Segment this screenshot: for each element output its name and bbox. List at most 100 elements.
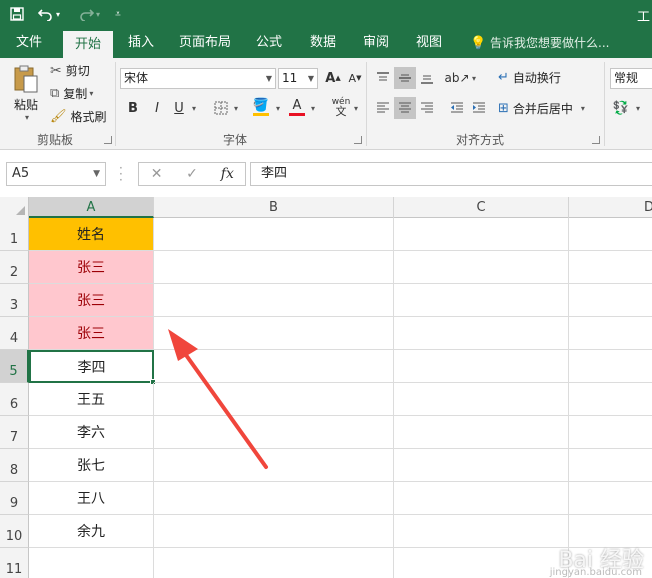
borders-icon[interactable] bbox=[210, 97, 232, 119]
enter-icon[interactable]: ✓ bbox=[174, 166, 209, 182]
cell-d6[interactable] bbox=[569, 383, 652, 416]
undo-icon[interactable]: ▾ bbox=[34, 4, 64, 24]
chevron-down-icon[interactable]: ▾ bbox=[311, 104, 315, 113]
alignment-launcher-icon[interactable] bbox=[592, 136, 600, 144]
cell-c10[interactable] bbox=[394, 515, 569, 548]
bold-button[interactable]: B bbox=[122, 97, 144, 119]
column-header-b[interactable]: B bbox=[154, 197, 394, 218]
copy-button[interactable]: ⧉ 复制 ▾ bbox=[50, 85, 93, 102]
cell-c1[interactable] bbox=[394, 218, 569, 251]
save-icon[interactable] bbox=[6, 4, 28, 24]
cell-c11[interactable] bbox=[394, 548, 569, 578]
currency-format-icon[interactable]: 💱 bbox=[610, 97, 632, 119]
cell-c7[interactable] bbox=[394, 416, 569, 449]
cell-c6[interactable] bbox=[394, 383, 569, 416]
cell-a10[interactable]: 余九 bbox=[29, 515, 154, 548]
column-header-d[interactable]: D bbox=[569, 197, 652, 218]
cell-d9[interactable] bbox=[569, 482, 652, 515]
align-left-icon[interactable] bbox=[372, 97, 394, 119]
formula-input[interactable]: 李四 bbox=[250, 162, 652, 186]
underline-button[interactable]: U bbox=[168, 97, 190, 119]
font-size-combo[interactable]: 11 ▼ bbox=[278, 68, 318, 89]
cell-d3[interactable] bbox=[569, 284, 652, 317]
cell-d8[interactable] bbox=[569, 449, 652, 482]
cell-b1[interactable] bbox=[154, 218, 394, 251]
cell-c4[interactable] bbox=[394, 317, 569, 350]
row-header-6[interactable]: 6 bbox=[0, 383, 29, 416]
cell-d5[interactable] bbox=[569, 350, 652, 383]
cell-a5[interactable]: 李四 bbox=[29, 350, 154, 383]
cell-b10[interactable] bbox=[154, 515, 394, 548]
format-painter-button[interactable]: 🖌 格式刷 bbox=[50, 108, 107, 125]
align-right-icon[interactable] bbox=[416, 97, 438, 119]
merge-center-button[interactable]: ⊞ 合并后居中 ▾ bbox=[498, 100, 585, 117]
cell-a2[interactable]: 张三 bbox=[29, 251, 154, 284]
tab-data[interactable]: 数据 bbox=[302, 28, 344, 58]
customize-qat-icon[interactable]: ⩡ bbox=[110, 4, 126, 24]
cell-a1[interactable]: 姓名 bbox=[29, 218, 154, 251]
align-middle-icon[interactable] bbox=[394, 67, 416, 89]
row-header-9[interactable]: 9 bbox=[0, 482, 29, 515]
column-header-a[interactable]: A bbox=[29, 197, 154, 218]
row-header-1[interactable]: 1 bbox=[0, 218, 29, 251]
row-header-3[interactable]: 3 bbox=[0, 284, 29, 317]
cell-b3[interactable] bbox=[154, 284, 394, 317]
cut-button[interactable]: ✂ 剪切 bbox=[50, 62, 90, 79]
row-header-5[interactable]: 5 bbox=[0, 350, 29, 383]
select-all-button[interactable] bbox=[0, 197, 29, 218]
orientation-icon[interactable]: ab↗ bbox=[444, 67, 469, 89]
cancel-icon[interactable]: ✕ bbox=[139, 166, 174, 182]
font-name-combo[interactable]: 宋体 ▼ bbox=[120, 68, 276, 89]
cell-d2[interactable] bbox=[569, 251, 652, 284]
cell-c8[interactable] bbox=[394, 449, 569, 482]
tab-review[interactable]: 审阅 bbox=[355, 28, 397, 58]
phonetic-guide-icon[interactable]: wén 文 bbox=[330, 96, 352, 118]
increase-font-size-icon[interactable]: A ▲ bbox=[322, 67, 344, 89]
cell-b9[interactable] bbox=[154, 482, 394, 515]
clipboard-launcher-icon[interactable] bbox=[104, 136, 112, 144]
cell-d1[interactable] bbox=[569, 218, 652, 251]
align-center-icon[interactable] bbox=[394, 97, 416, 119]
font-launcher-icon[interactable] bbox=[354, 136, 362, 144]
number-format-combo[interactable]: 常规 bbox=[610, 68, 652, 89]
cell-a9[interactable]: 王八 bbox=[29, 482, 154, 515]
column-header-c[interactable]: C bbox=[394, 197, 569, 218]
increase-indent-icon[interactable] bbox=[468, 97, 490, 119]
cell-c9[interactable] bbox=[394, 482, 569, 515]
decrease-indent-icon[interactable] bbox=[446, 97, 468, 119]
font-color-icon[interactable]: A bbox=[286, 96, 308, 118]
row-header-11[interactable]: 11 bbox=[0, 548, 29, 578]
row-header-2[interactable]: 2 bbox=[0, 251, 29, 284]
chevron-down-icon[interactable]: ▾ bbox=[192, 104, 196, 113]
decrease-font-size-icon[interactable]: A ▼ bbox=[344, 67, 366, 89]
cell-d4[interactable] bbox=[569, 317, 652, 350]
row-header-7[interactable]: 7 bbox=[0, 416, 29, 449]
cell-c2[interactable] bbox=[394, 251, 569, 284]
cell-a6[interactable]: 王五 bbox=[29, 383, 154, 416]
row-header-8[interactable]: 8 bbox=[0, 449, 29, 482]
chevron-down-icon[interactable]: ▾ bbox=[276, 104, 280, 113]
row-header-4[interactable]: 4 bbox=[0, 317, 29, 350]
wrap-text-button[interactable]: ↵ 自动换行 bbox=[498, 69, 561, 86]
row-header-10[interactable]: 10 bbox=[0, 515, 29, 548]
chevron-down-icon[interactable]: ▾ bbox=[234, 104, 238, 113]
fill-color-icon[interactable]: 🪣 bbox=[250, 96, 272, 118]
name-box[interactable]: A5 ▼ bbox=[6, 162, 106, 186]
chevron-down-icon[interactable]: ▾ bbox=[636, 104, 640, 113]
cell-b11[interactable] bbox=[154, 548, 394, 578]
tell-me-box[interactable]: 💡 告诉我您想要做什么... bbox=[470, 28, 609, 58]
tab-insert[interactable]: 插入 bbox=[120, 28, 162, 58]
tab-page-layout[interactable]: 页面布局 bbox=[172, 28, 238, 58]
cell-b2[interactable] bbox=[154, 251, 394, 284]
cell-d7[interactable] bbox=[569, 416, 652, 449]
cell-a8[interactable]: 张七 bbox=[29, 449, 154, 482]
tab-home[interactable]: 开始 bbox=[63, 31, 113, 58]
cell-a11[interactable] bbox=[29, 548, 154, 578]
italic-button[interactable]: I bbox=[146, 97, 168, 119]
cell-a3[interactable]: 张三 bbox=[29, 284, 154, 317]
tab-file[interactable]: 文件 bbox=[6, 28, 52, 58]
align-top-icon[interactable] bbox=[372, 67, 394, 89]
chevron-down-icon[interactable]: ▾ bbox=[472, 74, 476, 83]
paste-button[interactable]: 粘贴 ▾ bbox=[8, 64, 44, 122]
cell-a7[interactable]: 李六 bbox=[29, 416, 154, 449]
